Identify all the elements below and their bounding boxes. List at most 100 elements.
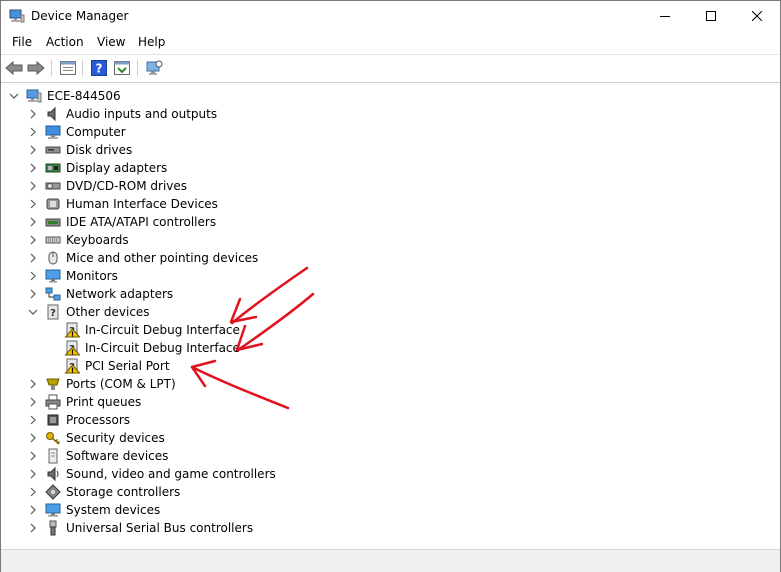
tree-root[interactable]: ECE-844506: [1, 87, 780, 105]
help-icon: ?: [91, 60, 107, 76]
chevron-right-icon[interactable]: [28, 415, 38, 425]
properties-button[interactable]: [58, 59, 78, 77]
chevron-right-icon[interactable]: [28, 181, 38, 191]
minimize-icon: [660, 16, 670, 17]
chevron-right-icon[interactable]: [28, 163, 38, 173]
tree-item-network-adapters[interactable]: Network adapters: [1, 285, 780, 303]
title-bar[interactable]: Device Manager: [1, 1, 780, 31]
maximize-icon: [706, 11, 716, 21]
tree-item-monitors[interactable]: Monitors: [1, 267, 780, 285]
menu-action[interactable]: Action: [46, 35, 84, 49]
back-arrow-icon: [5, 61, 23, 75]
sound-icon: [47, 466, 59, 482]
chevron-right-icon[interactable]: [28, 289, 38, 299]
tree-item-label: Display adapters: [66, 161, 168, 175]
tree-child-device[interactable]: ?! In-Circuit Debug Interface: [1, 339, 780, 357]
chevron-right-icon[interactable]: [28, 505, 38, 515]
svg-text:?: ?: [50, 308, 56, 319]
chevron-right-icon[interactable]: [28, 271, 38, 281]
tree-item-processors[interactable]: Processors: [1, 411, 780, 429]
tree-item-ports-com-lpt[interactable]: Ports (COM & LPT): [1, 375, 780, 393]
chevron-right-icon[interactable]: [28, 127, 38, 137]
forward-button[interactable]: [26, 59, 46, 77]
tree-item-label: Universal Serial Bus controllers: [66, 521, 254, 535]
chevron-right-icon[interactable]: [28, 109, 38, 119]
printer-icon: [45, 394, 61, 410]
monitor-icon: [45, 269, 61, 283]
computer-icon: [45, 125, 61, 139]
chevron-right-icon[interactable]: [28, 379, 38, 389]
menu-help[interactable]: Help: [138, 35, 165, 49]
system-device-icon: [45, 503, 61, 517]
tree-child-device[interactable]: ?! In-Circuit Debug Interface: [1, 321, 780, 339]
svg-text:!: !: [71, 330, 74, 338]
tree-item-label: DVD/CD-ROM drives: [66, 179, 188, 193]
chevron-right-icon[interactable]: [28, 487, 38, 497]
minimize-button[interactable]: [642, 1, 688, 31]
menu-file[interactable]: File: [12, 35, 32, 49]
chevron-down-icon[interactable]: [28, 307, 38, 317]
update-driver-button[interactable]: [112, 59, 132, 77]
tree-item-audio-inputs-and-outputs[interactable]: Audio inputs and outputs: [1, 105, 780, 123]
tree-item-label: Disk drives: [66, 143, 133, 157]
close-icon: [752, 11, 762, 21]
chevron-right-icon[interactable]: [28, 451, 38, 461]
tree-item-computer[interactable]: Computer: [1, 123, 780, 141]
tree-item-label: Computer: [66, 125, 126, 139]
svg-text:!: !: [71, 366, 74, 374]
chevron-right-icon[interactable]: [28, 469, 38, 479]
tree-item-display-adapters[interactable]: Display adapters: [1, 159, 780, 177]
tree-item-label: System devices: [66, 503, 161, 517]
scan-hardware-button[interactable]: [144, 59, 164, 77]
tree-item-software-devices[interactable]: Software devices: [1, 447, 780, 465]
chevron-right-icon[interactable]: [28, 523, 38, 533]
usb-icon: [49, 520, 57, 536]
tree-item-security-devices[interactable]: Security devices: [1, 429, 780, 447]
chevron-right-icon[interactable]: [28, 433, 38, 443]
tree-item-storage-controllers[interactable]: Storage controllers: [1, 483, 780, 501]
update-driver-icon: [114, 61, 130, 75]
tree-item-label: Network adapters: [66, 287, 174, 301]
chevron-right-icon[interactable]: [28, 397, 38, 407]
toolbar-separator: [51, 60, 52, 76]
tree-item-mice-and-other-pointing-devices[interactable]: Mice and other pointing devices: [1, 249, 780, 267]
tree-item-system-devices[interactable]: System devices: [1, 501, 780, 519]
tree-item-keyboards[interactable]: Keyboards: [1, 231, 780, 249]
chevron-right-icon[interactable]: [28, 217, 38, 227]
ports-icon: [46, 378, 60, 390]
tree-item-other-devices[interactable]: ? Other devices: [1, 303, 780, 321]
tree-item-label: Keyboards: [66, 233, 129, 247]
tree-item-ide-ata-atapi-controllers[interactable]: IDE ATA/ATAPI controllers: [1, 213, 780, 231]
tree-item-sound-video-and-game-controllers[interactable]: Sound, video and game controllers: [1, 465, 780, 483]
speaker-icon: [47, 106, 56, 122]
close-button[interactable]: [734, 1, 780, 31]
back-button[interactable]: [4, 59, 24, 77]
processor-icon: [47, 414, 59, 426]
chevron-right-icon[interactable]: [28, 235, 38, 245]
tree-item-label: Human Interface Devices: [66, 197, 218, 211]
ide-controller-icon: [45, 218, 61, 227]
tree-item-dvd-cd-rom-drives[interactable]: DVD/CD-ROM drives: [1, 177, 780, 195]
chevron-down-icon[interactable]: [9, 91, 19, 101]
chevron-right-icon[interactable]: [28, 253, 38, 263]
tree-item-label: Print queues: [66, 395, 142, 409]
menu-bar: File Action View Help: [1, 31, 780, 53]
scan-hardware-icon: [146, 60, 163, 75]
display-adapter-icon: [45, 163, 61, 173]
unknown-device-icon: ?!: [64, 322, 80, 338]
tree-child-device[interactable]: ?! PCI Serial Port: [1, 357, 780, 375]
maximize-button[interactable]: [688, 1, 734, 31]
chevron-right-icon[interactable]: [28, 145, 38, 155]
tree-item-universal-serial-bus-controllers[interactable]: Universal Serial Bus controllers: [1, 519, 780, 537]
tree-item-print-queues[interactable]: Print queues: [1, 393, 780, 411]
tree-item-label: Ports (COM & LPT): [66, 377, 176, 391]
tree-item-label: Audio inputs and outputs: [66, 107, 218, 121]
menu-view[interactable]: View: [97, 35, 125, 49]
tree-item-disk-drives[interactable]: Disk drives: [1, 141, 780, 159]
chevron-right-icon[interactable]: [28, 199, 38, 209]
disk-drive-icon: [45, 146, 61, 154]
tree-child-label: In-Circuit Debug Interface: [85, 323, 240, 337]
unknown-device-icon: ?!: [64, 340, 80, 356]
help-button[interactable]: ?: [89, 59, 109, 77]
tree-item-human-interface-devices[interactable]: Human Interface Devices: [1, 195, 780, 213]
